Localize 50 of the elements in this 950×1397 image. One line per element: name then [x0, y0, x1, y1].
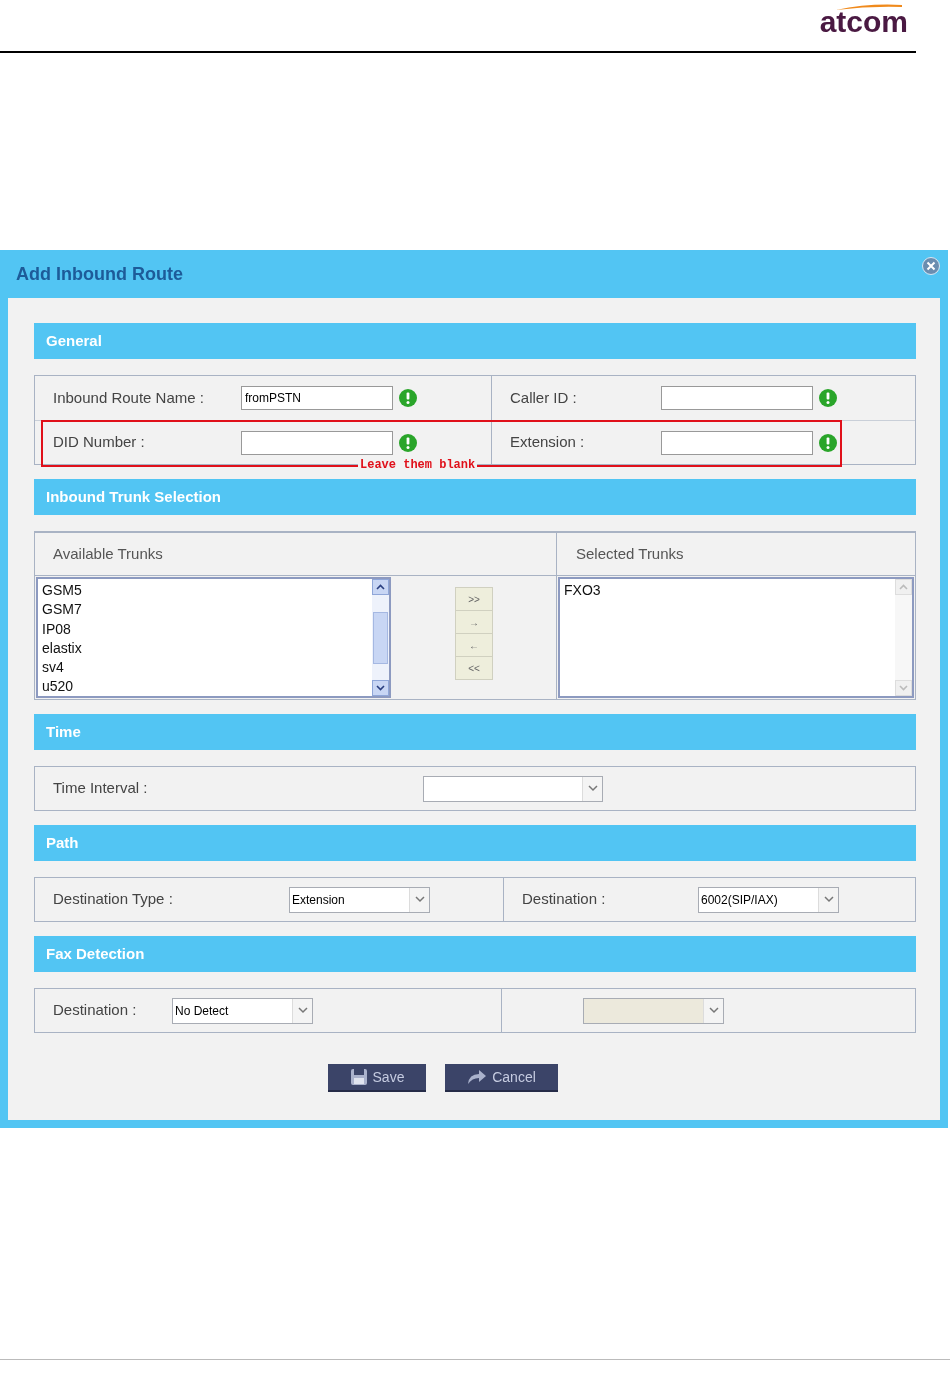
- chevron-down-icon: [708, 1007, 719, 1014]
- field-label: Extension :: [510, 432, 586, 453]
- section-header: Inbound Trunk Selection: [34, 479, 916, 515]
- chevron-up-icon: [899, 584, 908, 590]
- logo: atcom: [819, 4, 908, 40]
- section-header: Fax Detection: [34, 936, 916, 972]
- move-button[interactable]: <<: [455, 656, 493, 680]
- dropdown[interactable]: No Detect: [172, 997, 313, 1024]
- field-label: Destination :: [522, 889, 607, 910]
- list-item[interactable]: IP08: [42, 619, 372, 639]
- column-heading: Selected Trunks: [576, 543, 684, 564]
- field-label: Caller ID :: [510, 387, 578, 408]
- dialog-title: Add Inbound Route: [16, 262, 183, 286]
- dropdown[interactable]: 6002(SIP/IAX): [698, 886, 839, 913]
- move-button[interactable]: →: [455, 610, 493, 634]
- dropdown[interactable]: Extension: [289, 886, 430, 913]
- dropdown[interactable]: [423, 775, 603, 802]
- field-label: Destination :: [53, 1000, 138, 1021]
- list-item[interactable]: u520: [42, 677, 372, 697]
- list-item[interactable]: GSM5: [42, 581, 372, 601]
- chevron-down-icon: [823, 896, 834, 903]
- input-field[interactable]: [661, 430, 813, 455]
- scrollbar[interactable]: [372, 579, 389, 696]
- input-field[interactable]: [241, 430, 393, 455]
- field-label: Inbound Route Name :: [53, 387, 205, 408]
- chevron-down-icon: [899, 685, 908, 691]
- save-button[interactable]: Save: [328, 1064, 426, 1092]
- input-field[interactable]: fromPSTN: [241, 386, 393, 410]
- chevron-down-icon: [376, 685, 385, 691]
- section-header: Path: [34, 825, 916, 861]
- field-label: Destination Type :: [53, 889, 174, 910]
- chevron-down-icon: [414, 896, 425, 903]
- chevron-down-icon: [587, 785, 598, 792]
- list-item[interactable]: FXO3: [564, 581, 895, 601]
- input-field[interactable]: [661, 386, 813, 410]
- list-item[interactable]: GSM7: [42, 600, 372, 620]
- chevron-up-icon: [376, 584, 385, 590]
- section-header: Time: [34, 714, 916, 750]
- column-heading: Available Trunks: [53, 543, 163, 564]
- list-item[interactable]: sv4: [42, 658, 372, 678]
- field-label: Time Interval :: [53, 778, 149, 799]
- cancel-button[interactable]: Cancel: [445, 1064, 558, 1092]
- move-button[interactable]: ←: [455, 633, 493, 657]
- close-icon[interactable]: [922, 257, 940, 275]
- list-item[interactable]: elastix: [42, 638, 372, 659]
- chevron-down-icon: [297, 1007, 308, 1014]
- field-label: DID Number :: [53, 432, 146, 453]
- forward-arrow-icon: [467, 1069, 488, 1085]
- section-header: General: [34, 323, 916, 359]
- move-button[interactable]: >>: [455, 587, 493, 611]
